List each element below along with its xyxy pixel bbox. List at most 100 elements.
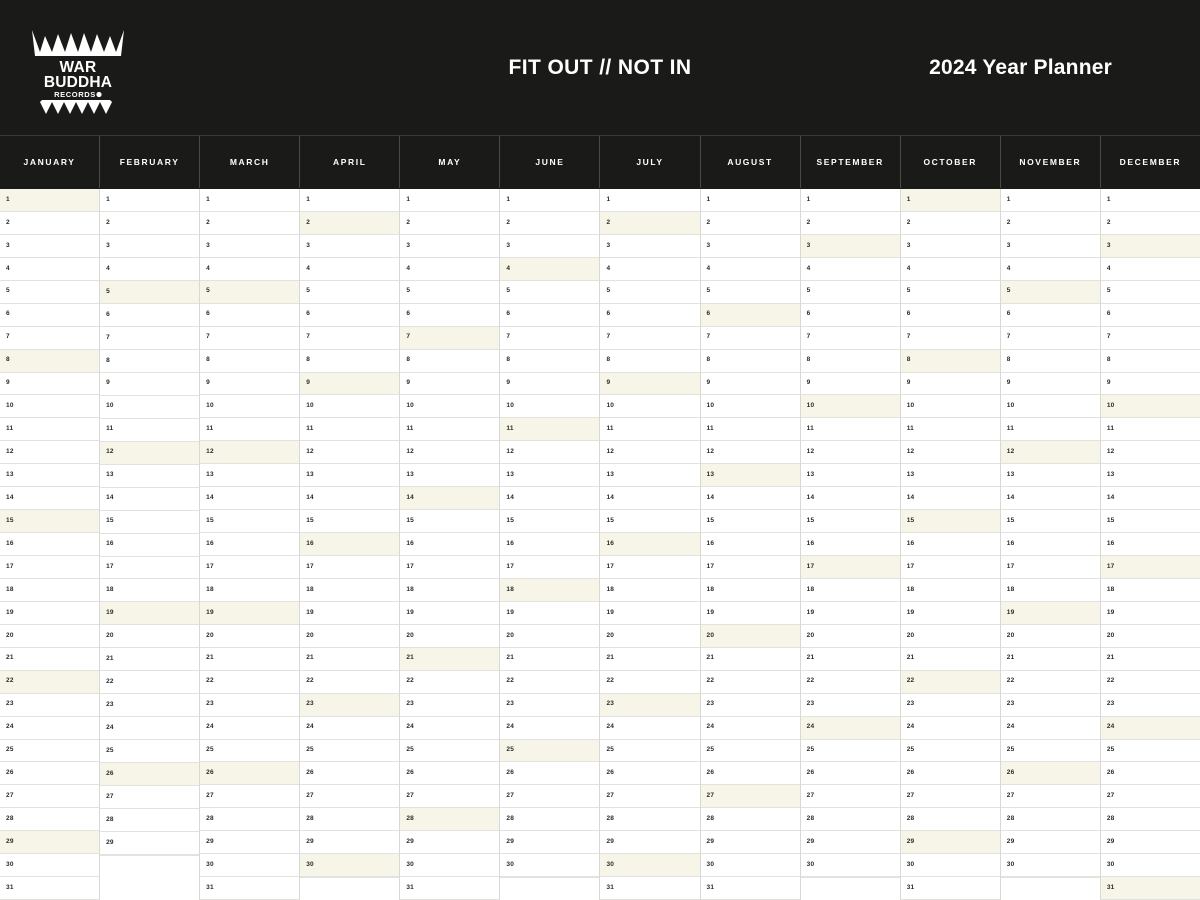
day-cell[interactable]: 24 bbox=[1100, 716, 1200, 740]
day-cell[interactable]: 8 bbox=[700, 349, 800, 373]
day-cell[interactable]: 3 bbox=[300, 234, 400, 258]
day-cell[interactable]: 27 bbox=[1100, 785, 1200, 809]
day-cell[interactable]: 21 bbox=[900, 647, 1000, 671]
day-cell[interactable]: 15 bbox=[600, 510, 700, 534]
day-cell[interactable]: 13 bbox=[300, 464, 400, 488]
day-cell[interactable]: 16 bbox=[400, 533, 500, 556]
day-cell[interactable]: 14 bbox=[1100, 487, 1200, 511]
day-cell[interactable]: 26 bbox=[400, 762, 500, 786]
day-cell[interactable]: 26 bbox=[300, 762, 400, 786]
day-cell[interactable]: 18 bbox=[900, 578, 1000, 602]
day-cell[interactable]: 30 bbox=[300, 854, 400, 878]
day-cell[interactable]: 23 bbox=[400, 693, 500, 717]
day-cell[interactable]: 8 bbox=[1100, 349, 1200, 373]
day-cell[interactable]: 20 bbox=[600, 624, 700, 648]
day-cell[interactable]: 18 bbox=[300, 578, 400, 602]
day-cell[interactable]: 10 bbox=[300, 395, 400, 419]
day-cell[interactable]: 4 bbox=[1100, 257, 1200, 281]
day-cell[interactable]: 30 bbox=[1100, 854, 1200, 878]
month-header-january[interactable]: JANUARY bbox=[0, 136, 101, 188]
day-cell[interactable]: 21 bbox=[1100, 647, 1200, 671]
day-cell[interactable]: 13 bbox=[900, 464, 1000, 488]
day-cell[interactable]: 16 bbox=[700, 533, 800, 556]
day-cell[interactable]: 11 bbox=[700, 418, 800, 442]
day-cell[interactable]: 12 bbox=[200, 441, 300, 465]
day-cell[interactable]: 5 bbox=[1000, 280, 1100, 304]
day-cell[interactable]: 7 bbox=[300, 326, 400, 350]
day-cell[interactable]: 1 bbox=[900, 189, 1000, 212]
day-cell[interactable]: 28 bbox=[200, 808, 300, 832]
day-cell[interactable]: 31 bbox=[600, 877, 700, 900]
day-cell[interactable]: 1 bbox=[1000, 189, 1100, 212]
day-cell[interactable]: 29 bbox=[600, 831, 700, 855]
day-cell[interactable]: 19 bbox=[0, 601, 100, 625]
day-cell[interactable]: 14 bbox=[200, 487, 300, 511]
day-cell[interactable]: 11 bbox=[900, 418, 1000, 442]
day-cell[interactable]: 26 bbox=[800, 762, 900, 786]
day-cell[interactable]: 11 bbox=[1000, 418, 1100, 442]
day-cell[interactable]: 7 bbox=[700, 326, 800, 350]
day-cell[interactable]: 13 bbox=[500, 464, 600, 488]
day-cell[interactable]: 15 bbox=[100, 510, 200, 534]
day-cell[interactable]: 9 bbox=[800, 372, 900, 396]
day-cell[interactable]: 1 bbox=[700, 189, 800, 212]
day-cell[interactable]: 3 bbox=[0, 234, 100, 258]
day-cell[interactable]: 12 bbox=[1000, 441, 1100, 465]
day-cell[interactable]: 3 bbox=[700, 234, 800, 258]
day-cell[interactable]: 6 bbox=[100, 303, 200, 327]
day-cell[interactable]: 29 bbox=[500, 831, 600, 855]
day-cell[interactable]: 26 bbox=[1000, 762, 1100, 786]
month-header-december[interactable]: DECEMBER bbox=[1100, 136, 1200, 188]
day-cell[interactable]: 3 bbox=[500, 234, 600, 258]
day-cell[interactable]: 23 bbox=[0, 693, 100, 717]
day-cell[interactable]: 8 bbox=[500, 349, 600, 373]
day-cell[interactable]: 23 bbox=[900, 693, 1000, 717]
day-cell[interactable]: 25 bbox=[700, 739, 800, 763]
day-cell[interactable]: 31 bbox=[400, 877, 500, 900]
day-cell[interactable]: 21 bbox=[0, 647, 100, 671]
day-cell[interactable]: 13 bbox=[800, 464, 900, 488]
day-cell[interactable]: 19 bbox=[800, 601, 900, 625]
day-cell[interactable]: 24 bbox=[300, 716, 400, 740]
day-cell[interactable]: 14 bbox=[800, 487, 900, 511]
day-cell[interactable]: 3 bbox=[400, 234, 500, 258]
day-cell[interactable]: 17 bbox=[1000, 556, 1100, 579]
month-header-july[interactable]: JULY bbox=[600, 136, 701, 188]
day-cell[interactable]: 1 bbox=[600, 189, 700, 212]
day-cell[interactable]: 17 bbox=[300, 556, 400, 579]
day-cell[interactable]: 21 bbox=[400, 647, 500, 671]
day-cell[interactable]: 12 bbox=[800, 441, 900, 465]
day-cell[interactable]: 10 bbox=[100, 395, 200, 419]
day-cell[interactable]: 27 bbox=[900, 785, 1000, 809]
day-cell[interactable]: 11 bbox=[100, 418, 200, 442]
day-cell[interactable]: 11 bbox=[200, 418, 300, 442]
day-cell[interactable]: 3 bbox=[1000, 234, 1100, 258]
day-cell[interactable]: 13 bbox=[1100, 464, 1200, 488]
day-cell[interactable]: 23 bbox=[1000, 693, 1100, 717]
day-cell[interactable]: 23 bbox=[300, 693, 400, 717]
day-cell[interactable]: 5 bbox=[800, 280, 900, 304]
day-cell[interactable]: 20 bbox=[200, 624, 300, 648]
day-cell[interactable]: 3 bbox=[1100, 234, 1200, 258]
day-cell[interactable]: 21 bbox=[500, 647, 600, 671]
day-cell[interactable]: 3 bbox=[600, 234, 700, 258]
day-cell[interactable]: 6 bbox=[700, 303, 800, 327]
day-cell[interactable]: 4 bbox=[500, 257, 600, 281]
day-cell[interactable]: 6 bbox=[400, 303, 500, 327]
day-cell[interactable]: 4 bbox=[700, 257, 800, 281]
day-cell[interactable]: 9 bbox=[900, 372, 1000, 396]
day-cell[interactable]: 27 bbox=[500, 785, 600, 809]
day-cell[interactable]: 27 bbox=[700, 785, 800, 809]
day-cell[interactable]: 27 bbox=[300, 785, 400, 809]
day-cell[interactable]: 15 bbox=[1000, 510, 1100, 534]
day-cell[interactable]: 3 bbox=[900, 234, 1000, 258]
day-cell[interactable]: 18 bbox=[800, 578, 900, 602]
day-cell[interactable]: 4 bbox=[600, 257, 700, 281]
day-cell[interactable]: 30 bbox=[400, 854, 500, 878]
day-cell[interactable]: 31 bbox=[1100, 877, 1200, 900]
day-cell[interactable]: 12 bbox=[900, 441, 1000, 465]
day-cell[interactable]: 12 bbox=[700, 441, 800, 465]
day-cell[interactable]: 3 bbox=[800, 234, 900, 258]
day-cell[interactable]: 8 bbox=[200, 349, 300, 373]
day-cell[interactable]: 15 bbox=[200, 510, 300, 534]
